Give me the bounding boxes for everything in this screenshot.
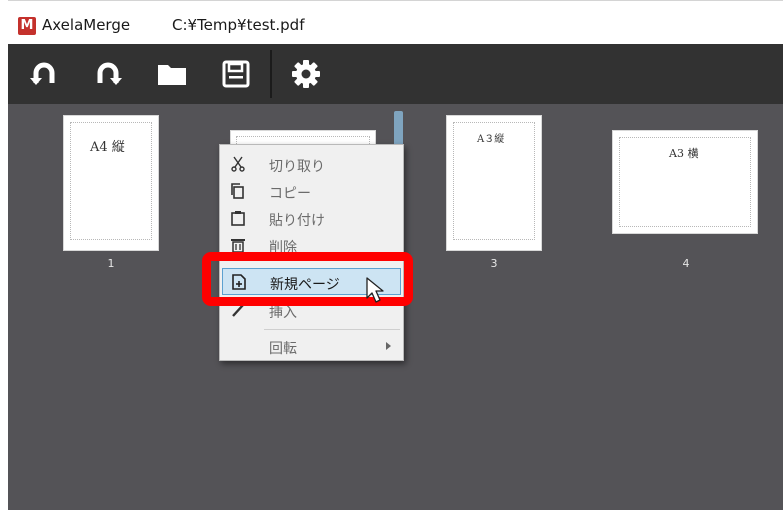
mouse-cursor-icon: [366, 277, 384, 303]
menu-item-paste[interactable]: 貼り付け: [222, 205, 401, 232]
menu-item-rotate[interactable]: 回転: [222, 333, 401, 360]
menu-item-label: 貼り付け: [269, 213, 325, 229]
menu-item-label: 回転: [269, 341, 297, 357]
copy-icon: [230, 183, 246, 199]
rotate-left-icon: [30, 62, 55, 85]
rotate-right-button[interactable]: [90, 56, 126, 92]
title-bar: M AxelaMerge C:¥Temp¥test.pdf: [8, 0, 783, 44]
rotate-right-icon: [97, 62, 122, 85]
menu-item-label: コピー: [269, 186, 311, 202]
menu-separator: [264, 329, 400, 330]
save-icon: [222, 60, 250, 88]
page-label: A3 横: [669, 147, 699, 160]
open-folder-button[interactable]: [154, 56, 190, 92]
toolbar-separator: [270, 50, 272, 98]
toolbar: [8, 44, 783, 104]
menu-item-copy[interactable]: コピー: [222, 178, 401, 205]
save-button[interactable]: [218, 56, 254, 92]
settings-button[interactable]: [288, 56, 324, 92]
app-logo: M: [18, 17, 36, 35]
page-label: A4 縦: [90, 140, 125, 155]
delete-icon: [230, 237, 246, 253]
menu-item-label: 切り取り: [269, 159, 325, 175]
gear-icon: [292, 60, 320, 88]
app-title: AxelaMerge: [42, 16, 131, 34]
file-path: C:¥Temp¥test.pdf: [172, 16, 305, 34]
page-number: 4: [682, 257, 690, 270]
page-number: 1: [107, 257, 115, 270]
page-thumbnail-4[interactable]: A3 横: [612, 130, 758, 234]
page-thumbnail-3[interactable]: A３縦: [446, 115, 542, 251]
paste-icon: [230, 210, 246, 226]
cut-icon: [230, 156, 246, 172]
rotate-left-button[interactable]: [26, 56, 62, 92]
submenu-arrow-icon: [386, 342, 391, 350]
page-label: A３縦: [477, 134, 505, 145]
page-thumbnail-1[interactable]: A4 縦: [63, 115, 159, 251]
menu-item-cut[interactable]: 切り取り: [222, 151, 401, 178]
page-number: 3: [490, 257, 498, 270]
folder-icon: [158, 65, 186, 85]
